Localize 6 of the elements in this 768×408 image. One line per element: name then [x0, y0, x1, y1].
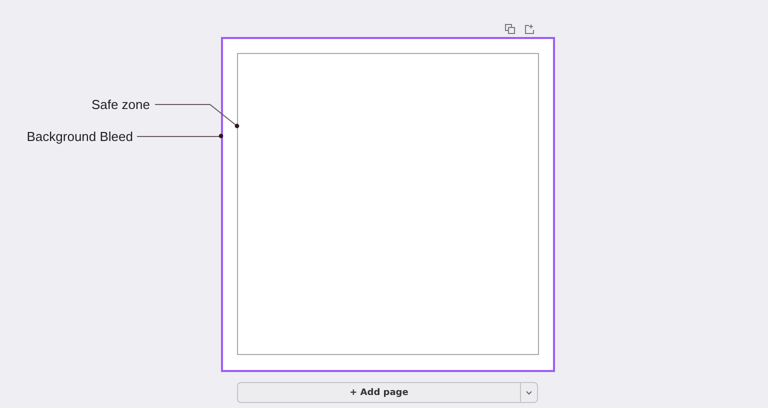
copy-icon[interactable] [505, 24, 515, 34]
caret-icon [526, 390, 532, 394]
annotation-label: Safe zone [91, 97, 150, 112]
add-page-button[interactable]: + Add page [237, 382, 520, 403]
share-icon[interactable] [525, 24, 535, 34]
annotation-label: Background Bleed [26, 129, 133, 144]
